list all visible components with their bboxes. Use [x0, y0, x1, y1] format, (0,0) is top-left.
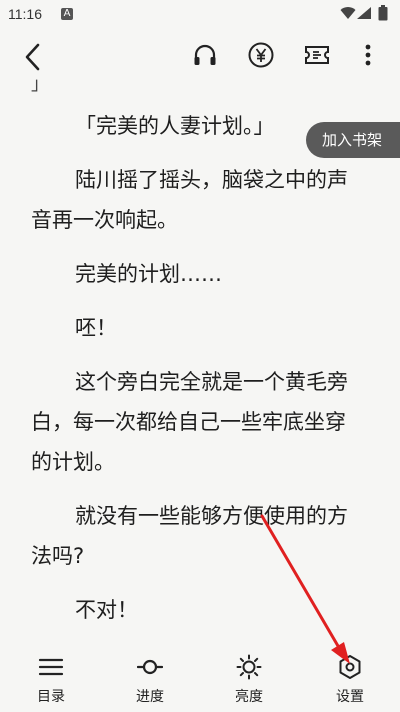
more-vertical-icon [365, 44, 371, 66]
paragraph-line: 这个旁白完全就是一个黄毛旁 [75, 370, 348, 394]
brightness-sun-icon [236, 654, 262, 680]
paragraph-line: 陆川摇了摇头，脑袋之中的声 [75, 168, 348, 192]
nav-label: 目录 [37, 689, 65, 705]
headphone-icon [194, 44, 216, 65]
previous-text-fragment: 」 [31, 74, 49, 95]
nav-item-brightness[interactable]: 亮度 [214, 654, 284, 710]
paragraph-line: 不对！ [75, 598, 138, 622]
nav-label: 设置 [336, 689, 364, 705]
ticket-button[interactable] [300, 38, 334, 72]
notification-badge: A [61, 8, 73, 20]
wifi-icon [340, 7, 356, 20]
menu-list-icon [38, 658, 64, 676]
back-chevron-icon [25, 43, 40, 71]
nav-label: 进度 [136, 689, 164, 705]
signal-icon [357, 7, 371, 19]
paragraph-line: 呸！ [75, 316, 117, 340]
paragraph-line: 法吗? [31, 544, 85, 568]
add-to-bookshelf-button[interactable]: 加入书架 [306, 122, 400, 158]
paragraph-line: 白，每一次都给自己一些牢底坐穿 [31, 410, 346, 434]
status-time: 11:16 [8, 6, 42, 22]
paragraph-line: 音再一次响起。 [31, 208, 178, 232]
nav-item-toc[interactable]: 目录 [16, 654, 86, 710]
more-button[interactable] [356, 38, 380, 72]
ticket-icon [305, 46, 329, 64]
reader-toolbar [0, 28, 400, 78]
listen-button[interactable] [188, 38, 222, 72]
progress-slider-icon [137, 659, 163, 675]
bottom-nav: 目录 进度 亮度 设置 [0, 644, 400, 712]
settings-hexagon-icon [339, 655, 361, 679]
battery-icon [378, 5, 388, 21]
paragraph-line: 就没有一些能够方便使用的方 [75, 504, 348, 528]
reward-button[interactable] [244, 38, 278, 72]
nav-item-settings[interactable]: 设置 [315, 654, 385, 710]
paragraph-line: 完美的计划…… [75, 262, 222, 286]
nav-item-progress[interactable]: 进度 [115, 654, 185, 710]
paragraph-line: 的计划。 [31, 450, 115, 474]
nav-label: 亮度 [235, 689, 263, 705]
status-bar: 11:16 A [0, 0, 400, 28]
yen-icon [248, 42, 274, 68]
back-button[interactable] [16, 40, 50, 74]
